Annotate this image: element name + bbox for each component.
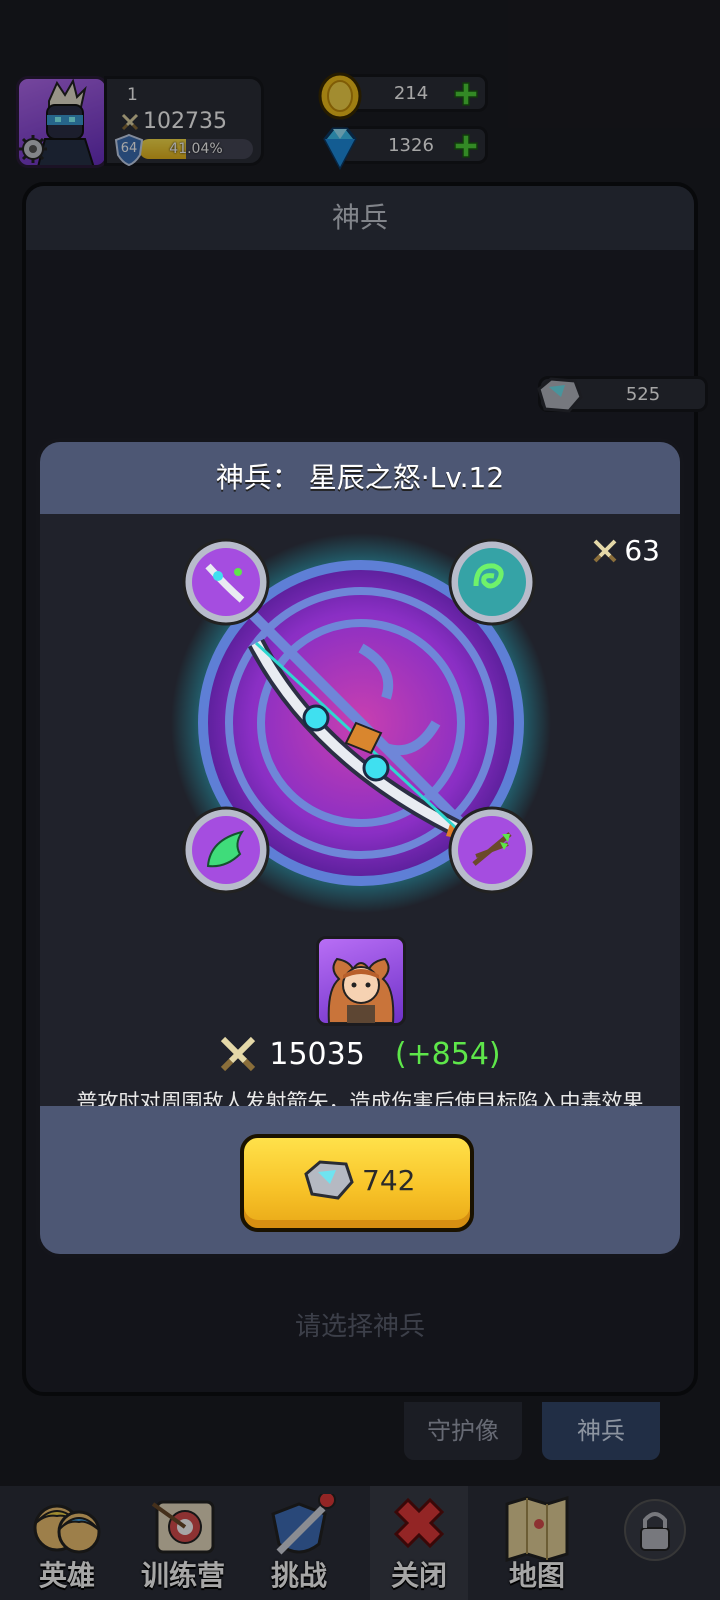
nav-training[interactable]: 训练营 (128, 1486, 238, 1600)
xp-text: 41.04% (169, 141, 223, 157)
sword-icon (121, 113, 139, 130)
bottom-nav: 英雄 训练营 挑战 关闭 地图 (0, 1486, 720, 1600)
nav-challenge[interactable]: 挑战 (244, 1486, 354, 1600)
nav-map-label: 地图 (508, 1559, 565, 1592)
hero-stat-value: 15035 (269, 1036, 365, 1072)
nav-training-label: 训练营 (140, 1559, 225, 1592)
upgrade-button[interactable]: 742 (240, 1134, 474, 1232)
nav-challenge-label: 挑战 (270, 1559, 327, 1592)
player-info-panel: 1 102735 41.04% 64 (104, 76, 264, 167)
nav-map[interactable]: 地图 (482, 1486, 592, 1600)
gold-counter: 214 (318, 72, 488, 120)
skill-slot-4[interactable] (446, 804, 538, 896)
player-power: 102735 (121, 109, 227, 134)
gold-coin-icon (318, 72, 362, 120)
nav-close[interactable]: 关闭 (370, 1486, 468, 1600)
stone-counter: 525 (537, 376, 708, 413)
nav-close-label: 关闭 (390, 1559, 447, 1592)
nav-heroes[interactable]: 英雄 (12, 1486, 122, 1600)
stone-value: 525 (625, 384, 661, 405)
gem-counter: 1326 (323, 126, 488, 171)
poison-icon (448, 538, 536, 626)
stone-icon (304, 1160, 354, 1200)
sword-icon (221, 1036, 256, 1072)
nav-heroes-label: 英雄 (38, 1559, 95, 1592)
select-hint: 请选择神兵 (294, 1312, 425, 1342)
dialog-title: 神兵： 星辰之怒·Lv.12 (215, 461, 505, 494)
skill-slot-2[interactable] (446, 536, 538, 628)
skill-icon (182, 538, 270, 626)
rank-badge-value: 64 (120, 141, 138, 156)
wind-icon (182, 806, 270, 894)
xp-bar: 41.04% (139, 139, 253, 159)
plus-icon[interactable] (453, 81, 479, 107)
gear-icon[interactable] (18, 134, 48, 164)
equipped-hero-portrait[interactable] (316, 936, 406, 1026)
lock-icon (624, 1499, 686, 1561)
skill-slot-1[interactable] (180, 536, 272, 628)
dialog-header: 神兵： 星辰之怒·Lv.12 (40, 442, 680, 514)
arrows-icon (448, 806, 536, 894)
top-hud: 1 102735 41.04% 64 214 1326 (0, 70, 720, 171)
weapon-power-value: 63 (624, 534, 660, 567)
gem-value: 1326 (388, 135, 434, 156)
dialog-footer: 742 (40, 1106, 680, 1254)
shield-icon: 64 (113, 133, 145, 167)
nav-locked[interactable] (600, 1486, 710, 1600)
player-power-value: 102735 (143, 109, 227, 134)
sword-icon (593, 539, 617, 562)
tab-guardian[interactable]: 守护像 (404, 1402, 522, 1460)
panel-title: 神兵 (26, 186, 694, 250)
upgrade-cost: 742 (362, 1164, 416, 1197)
skill-slot-3[interactable] (180, 804, 272, 896)
gold-value: 214 (393, 83, 429, 104)
player-level: 1 (127, 85, 138, 105)
diamond-icon (323, 127, 357, 171)
hero-stat-row: 15035 (+854) (40, 1032, 680, 1076)
stone-icon (537, 377, 583, 413)
tab-weapon[interactable]: 神兵 (542, 1402, 660, 1460)
plus-icon[interactable] (453, 133, 479, 159)
weapon-power: 63 (592, 534, 660, 567)
hero-stat-bonus: (+854) (394, 1036, 501, 1072)
weapon-detail-dialog: 神兵： 星辰之怒·Lv.12 63 15035 (+854) 普攻时对周围敌人发… (36, 438, 684, 1258)
